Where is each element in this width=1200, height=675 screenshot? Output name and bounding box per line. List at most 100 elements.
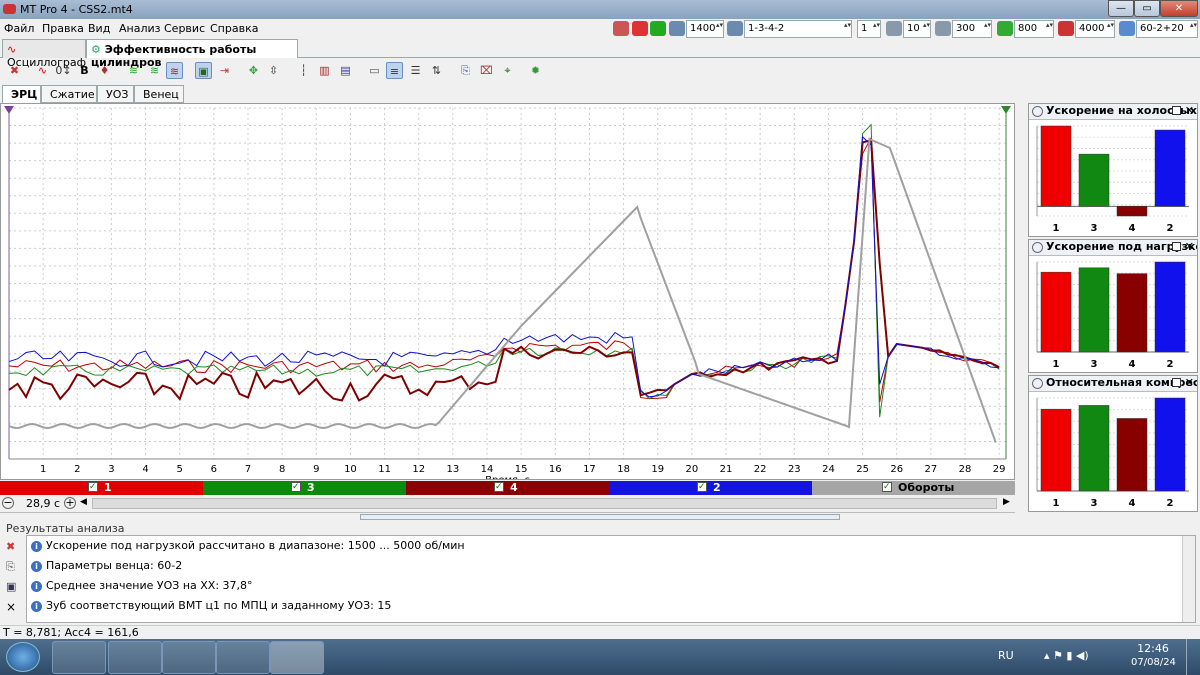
zoom-out-icon[interactable]: − — [2, 497, 14, 509]
bold-icon[interactable]: B — [76, 62, 93, 79]
panel-load-acceleration: Ускорение под нагрузкой ✕ 1 3 4 2 — [1028, 239, 1198, 373]
wheel-select[interactable]: 60-2+20 — [1136, 20, 1198, 38]
car-icon[interactable] — [613, 21, 629, 36]
minimize-button[interactable]: — — [1108, 0, 1134, 17]
tab-oscilloscope[interactable]: ∿ Осциллограф — [2, 39, 86, 69]
crop-icon[interactable]: ⌧ — [478, 62, 495, 79]
close-icon[interactable]: × — [6, 600, 16, 614]
maximize-icon[interactable] — [1172, 378, 1181, 387]
checkbox-icon[interactable] — [882, 480, 892, 494]
export-icon[interactable]: ⇥ — [216, 62, 233, 79]
media-player-icon[interactable] — [108, 641, 162, 674]
unlock-icon[interactable] — [650, 21, 666, 36]
move-icon[interactable]: ✥ — [245, 62, 262, 79]
menu-analysis[interactable]: Анализ — [119, 22, 161, 35]
tab-ignition[interactable]: УОЗ — [97, 85, 134, 103]
filter1-icon[interactable]: ≋ — [125, 62, 142, 79]
max-rpm-spinner[interactable]: 4000 — [1075, 20, 1115, 38]
legend-item-4[interactable]: 4 — [406, 480, 609, 495]
tab-wheel[interactable]: Венец — [134, 85, 184, 103]
legend-item-3[interactable]: 3 — [203, 480, 406, 495]
x-tick-label: 25 — [856, 464, 869, 475]
mtpro-taskbar-icon[interactable] — [270, 641, 324, 674]
layout-columns-icon[interactable]: ☰ — [407, 62, 424, 79]
sort-icon[interactable]: ⇅ — [428, 62, 445, 79]
delete-icon[interactable]: ✖ — [6, 62, 23, 79]
zoom-in-icon[interactable]: + — [64, 497, 76, 509]
menu-view[interactable]: Вид — [88, 22, 110, 35]
clock-time[interactable]: 12:46 — [1133, 642, 1173, 655]
legend-item-1[interactable]: 1 — [0, 480, 203, 495]
page-icon[interactable]: ▣ — [195, 62, 212, 79]
marker-icon[interactable]: ♦ — [96, 62, 113, 79]
maximize-icon[interactable] — [1172, 106, 1181, 115]
main-chart[interactable]: 1 2 3 4 5 6 7 8 9 10 11 12 13 14 15 16 17 18 19 20 21 22 23 24 2… — [0, 103, 1015, 486]
clear-icon[interactable]: ✖ — [6, 540, 15, 553]
checkbox-icon[interactable] — [88, 480, 98, 494]
ruler-icon[interactable]: ┆ — [295, 62, 312, 79]
cursor-icon[interactable]: ⌖ — [499, 62, 516, 79]
results-scrollbar[interactable] — [1182, 536, 1195, 622]
filter2-icon[interactable]: ≋ — [146, 62, 163, 79]
close-icon[interactable]: ✕ — [1185, 104, 1194, 117]
checkbox-icon[interactable] — [291, 480, 301, 494]
load-acceleration-chart: 1 3 4 2 — [1036, 261, 1189, 370]
firing-order-select[interactable]: 1-3-4-2 — [744, 20, 852, 38]
scroll-right-icon[interactable]: ▶ — [1003, 497, 1010, 507]
legend-item-rpm[interactable]: Обороты — [812, 480, 1015, 495]
tab-erc[interactable]: ЭРЦ — [2, 85, 41, 103]
layout-single-icon[interactable]: ▭ — [366, 62, 383, 79]
scroll-left-icon[interactable]: ◀ — [80, 497, 87, 507]
menu-help[interactable]: Справка — [210, 22, 258, 35]
menu-edit[interactable]: Правка — [42, 22, 84, 35]
panel-splitter[interactable] — [360, 514, 840, 520]
show-desktop-button[interactable] — [1186, 639, 1200, 675]
gauge-low-icon — [935, 21, 951, 36]
legend-item-2[interactable]: 2 — [609, 480, 812, 495]
close-button[interactable]: ✕ — [1160, 0, 1198, 17]
results-side-toolbar: ✖ ⎘ ▣ × — [6, 540, 22, 620]
tab-compression[interactable]: Сжатие — [41, 85, 97, 103]
mid-rpm-spinner[interactable]: 800 — [1014, 20, 1054, 38]
bar-1 — [1040, 271, 1072, 353]
tray-icons[interactable]: ▴ ⚑ ▮ ◀) — [1044, 649, 1089, 662]
menu-file[interactable]: Файл — [4, 22, 34, 35]
maximize-icon[interactable] — [1172, 242, 1181, 251]
scrollbar-track[interactable] — [92, 498, 997, 509]
paint-icon[interactable] — [216, 641, 270, 674]
chrome-icon[interactable] — [162, 641, 216, 674]
bug-icon[interactable]: ✹ — [527, 62, 544, 79]
copy-icon[interactable]: ⎘ — [6, 560, 15, 574]
offset-icon[interactable]: 0↕ — [55, 62, 72, 79]
rpm-spinner[interactable]: 1400 — [686, 20, 724, 38]
filter3-icon[interactable]: ≋ — [166, 62, 183, 79]
close-icon[interactable]: ✕ — [1185, 376, 1194, 389]
menu-service[interactable]: Сервис — [164, 22, 205, 35]
bar-2 — [1154, 129, 1186, 207]
param-spinner[interactable]: 10 — [903, 20, 931, 38]
explorer-icon[interactable] — [52, 641, 106, 674]
wave-toggle-icon[interactable]: ∿ — [34, 62, 51, 79]
language-indicator[interactable]: RU — [998, 649, 1014, 662]
x-tick-label: 1 — [40, 464, 46, 475]
copy-icon[interactable]: ⎘ — [457, 62, 474, 79]
scale-vertical-icon[interactable]: ⇳ — [265, 62, 282, 79]
close-icon[interactable]: ✕ — [1185, 240, 1194, 253]
analysis-subtabs: ЭРЦ Сжатие УОЗ Венец — [0, 85, 1020, 103]
layout-lines-icon[interactable]: ≡ — [386, 62, 403, 79]
bar-chart-icon[interactable]: ▥ — [316, 62, 333, 79]
min-rpm-spinner[interactable]: 300 — [952, 20, 992, 38]
start-button[interactable] — [6, 642, 40, 672]
x-tick-label: 18 — [617, 464, 630, 475]
cylinder-spinner[interactable]: 1 — [857, 20, 881, 38]
tab-cylinder-efficiency[interactable]: ⚙ Эффективность работы цилиндров — [86, 39, 298, 69]
main-chart-svg[interactable]: 1 2 3 4 5 6 7 8 9 10 11 12 13 14 15 16 17 18 19 20 21 22 23 24 2… — [1, 104, 1014, 486]
bar-chart2-icon[interactable]: ▤ — [337, 62, 354, 79]
checkbox-icon[interactable] — [494, 480, 504, 494]
save-icon[interactable]: ▣ — [6, 580, 16, 593]
maximize-button[interactable]: ▭ — [1134, 0, 1160, 17]
x-tick-label: 16 — [549, 464, 562, 475]
checkbox-icon[interactable] — [697, 480, 707, 494]
lock-icon[interactable] — [632, 21, 648, 36]
clock-date[interactable]: 07/08/24 — [1131, 657, 1176, 668]
